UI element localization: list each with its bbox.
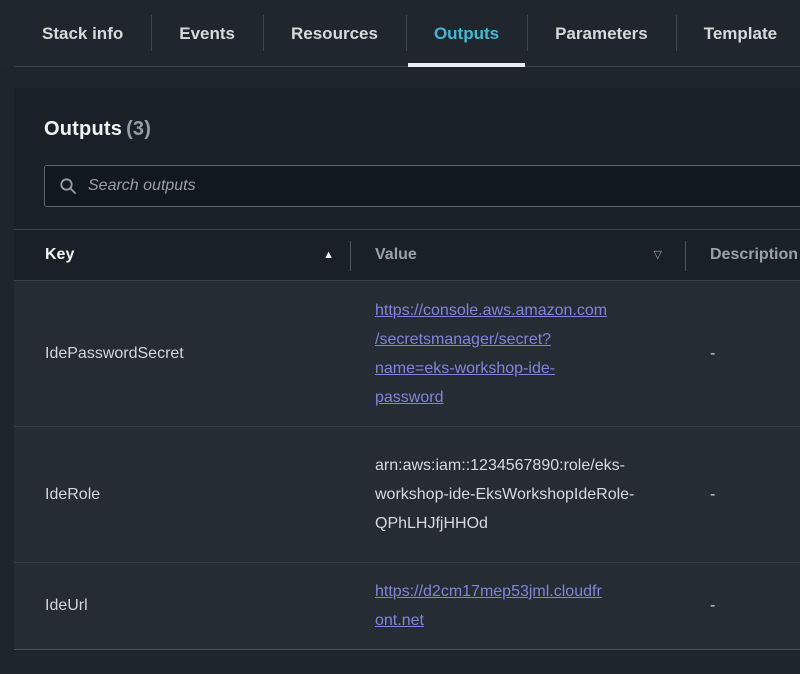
tab-parameters[interactable]: Parameters (527, 0, 676, 67)
output-value-link[interactable]: https://d2cm17mep53jml.cloudfront.net (375, 577, 609, 635)
panel-title: Outputs(3) (44, 118, 800, 141)
tab-outputs[interactable]: Outputs (406, 0, 527, 67)
outputs-panel: Outputs(3) Key ▲ Value ▽ (14, 88, 800, 650)
column-header-description[interactable]: Description (686, 230, 800, 280)
column-header-key[interactable]: Key ▲ (14, 230, 351, 280)
search-outputs-box (44, 165, 800, 207)
output-value-text: arn:aws:iam::1234567890:role/eks-worksho… (375, 457, 634, 532)
output-description: - (686, 597, 800, 615)
search-outputs-input[interactable] (88, 177, 800, 195)
table-row: IdePasswordSecret https://console.aws.am… (14, 281, 800, 426)
tab-label: Events (179, 24, 235, 44)
output-value-cell: https://console.aws.amazon.com/secretsma… (351, 282, 686, 426)
tab-label: Template (704, 24, 777, 44)
sort-down-icon[interactable]: ▽ (654, 250, 662, 261)
cloudformation-stack-screen: Stack info Events Resources Outputs Para… (0, 0, 800, 674)
outputs-count-badge: (3) (126, 118, 151, 140)
outputs-table-header: Key ▲ Value ▽ Description (14, 229, 800, 281)
output-value-link[interactable]: https://console.aws.amazon.com/secretsma… (375, 296, 609, 412)
tab-template[interactable]: Template (676, 0, 800, 67)
output-description: - (686, 345, 800, 363)
column-label: Description (710, 246, 798, 264)
column-label: Key (45, 246, 74, 264)
search-icon (59, 177, 77, 195)
output-key: IdeUrl (14, 597, 351, 615)
table-row: IdeUrl https://d2cm17mep53jml.cloudfront… (14, 562, 800, 649)
output-value-cell: arn:aws:iam::1234567890:role/eks-worksho… (351, 437, 686, 552)
tab-label: Parameters (555, 24, 648, 44)
tab-label: Outputs (434, 24, 499, 44)
output-key: IdePasswordSecret (14, 345, 351, 363)
sort-ascending-icon[interactable]: ▲ (323, 250, 334, 261)
column-header-value[interactable]: Value ▽ (351, 230, 686, 280)
tab-label: Stack info (42, 24, 123, 44)
output-key: IdeRole (14, 486, 351, 504)
tab-stack-info[interactable]: Stack info (14, 0, 151, 67)
stack-detail-tabs: Stack info Events Resources Outputs Para… (0, 0, 800, 67)
column-label: Value (375, 246, 417, 264)
table-row: IdeRole arn:aws:iam::1234567890:role/eks… (14, 426, 800, 562)
panel-title-text: Outputs (44, 118, 122, 140)
outputs-table-body: IdePasswordSecret https://console.aws.am… (14, 281, 800, 649)
output-description: - (686, 486, 800, 504)
tab-label: Resources (291, 24, 378, 44)
tab-events[interactable]: Events (151, 0, 263, 67)
output-value-cell: https://d2cm17mep53jml.cloudfront.net (351, 563, 686, 649)
tab-resources[interactable]: Resources (263, 0, 406, 67)
outputs-panel-header: Outputs(3) (14, 88, 800, 229)
